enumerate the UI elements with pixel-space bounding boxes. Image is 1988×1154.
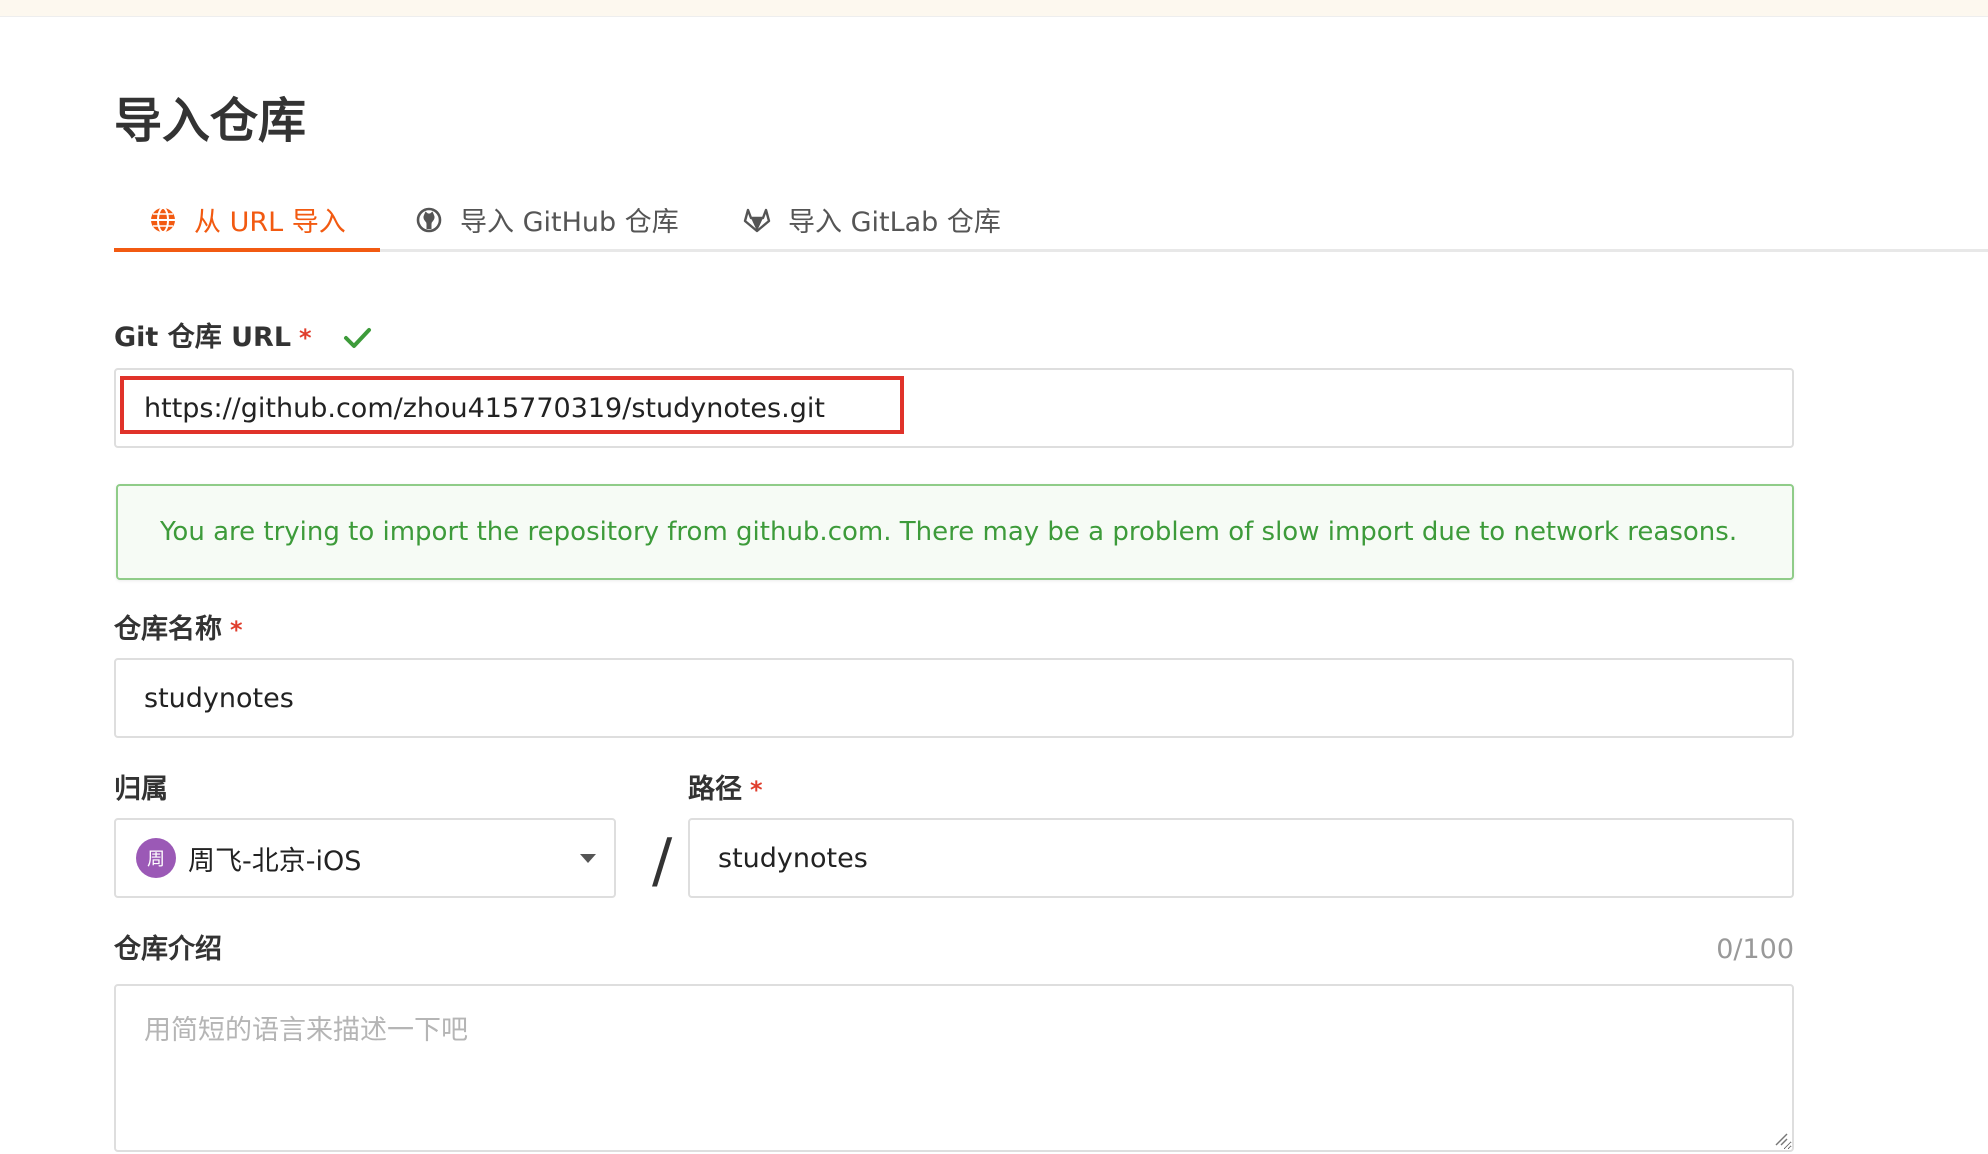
check-icon xyxy=(342,323,372,353)
tab-import-url[interactable]: 从 URL 导入 xyxy=(114,190,380,252)
path-input[interactable] xyxy=(690,820,1792,896)
git-url-input[interactable] xyxy=(116,370,1792,446)
git-url-label-text: Git 仓库 URL xyxy=(114,322,292,353)
caret-down-icon xyxy=(580,854,596,863)
path-label: 路径 * xyxy=(688,772,763,808)
tab-import-github[interactable]: 导入 GitHub 仓库 xyxy=(414,190,679,249)
tabs-baseline xyxy=(114,249,1988,252)
top-strip xyxy=(0,0,1988,17)
required-mark: * xyxy=(299,324,312,352)
repo-name-input[interactable] xyxy=(116,660,1792,736)
description-label-text: 仓库介绍 xyxy=(114,934,222,965)
required-mark: * xyxy=(750,776,763,804)
description-char-counter: 0/100 xyxy=(1716,934,1794,965)
repo-name-field xyxy=(114,658,1794,738)
globe-icon xyxy=(148,205,178,235)
tab-import-gitlab-label: 导入 GitLab 仓库 xyxy=(788,207,1001,238)
owner-label-text: 归属 xyxy=(114,774,168,805)
tab-import-url-label: 从 URL 导入 xyxy=(194,207,346,238)
tab-import-github-label: 导入 GitHub 仓库 xyxy=(460,207,679,238)
page-title: 导入仓库 xyxy=(114,93,307,149)
path-label-text: 路径 xyxy=(688,774,742,805)
repo-name-label-text: 仓库名称 xyxy=(114,614,222,645)
network-warning-text: You are trying to import the repository … xyxy=(160,517,1738,547)
import-tabs: 从 URL 导入 导入 GitHub 仓库 导入 GitLab 仓库 xyxy=(114,190,1988,252)
github-icon xyxy=(414,205,444,235)
git-url-label: Git 仓库 URL * xyxy=(114,320,372,356)
owner-selected-value: 周飞-北京-iOS xyxy=(188,845,362,877)
required-mark: * xyxy=(230,616,243,644)
tab-import-gitlab[interactable]: 导入 GitLab 仓库 xyxy=(742,190,1001,249)
owner-select[interactable]: 周 周飞-北京-iOS xyxy=(114,818,616,898)
owner-label: 归属 xyxy=(114,772,168,808)
git-url-field xyxy=(114,368,1794,448)
avatar: 周 xyxy=(136,838,176,878)
description-field xyxy=(114,984,1794,1152)
path-separator: / xyxy=(652,826,673,896)
network-warning-alert: You are trying to import the repository … xyxy=(116,484,1794,580)
description-label: 仓库介绍 xyxy=(114,932,222,968)
repo-name-label: 仓库名称 * xyxy=(114,612,243,648)
path-field xyxy=(688,818,1794,898)
description-textarea[interactable] xyxy=(116,986,1792,1150)
gitlab-icon xyxy=(742,205,772,235)
